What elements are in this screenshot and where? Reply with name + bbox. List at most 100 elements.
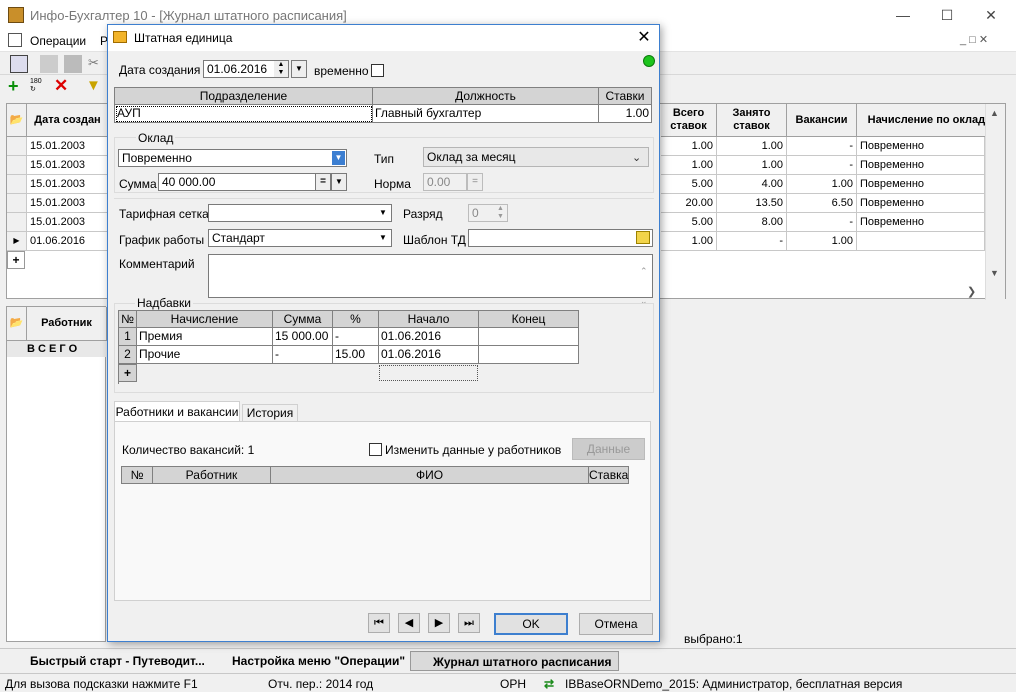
- grid-cell-vacancies[interactable]: -: [787, 137, 857, 156]
- bonus-cell-name[interactable]: Прочие: [137, 346, 273, 364]
- bonus-cell-pct[interactable]: 15.00: [333, 346, 379, 364]
- cut-icon[interactable]: ✂: [88, 55, 106, 73]
- first-record-icon[interactable]: ⏮: [368, 613, 390, 633]
- sum-input[interactable]: 40 000.00: [158, 173, 316, 191]
- row-selector[interactable]: [7, 156, 27, 175]
- grid-cell-date[interactable]: 15.01.2003: [27, 213, 109, 232]
- bonus-cell-start[interactable]: 01.06.2016: [379, 346, 479, 364]
- col-worker[interactable]: Работник: [27, 307, 107, 341]
- grid-cell-total[interactable]: 1.00: [661, 137, 717, 156]
- row-selector[interactable]: [7, 137, 27, 156]
- grid-cell-accrual[interactable]: Повременно: [857, 175, 985, 194]
- bonus-cell-end[interactable]: [479, 346, 579, 364]
- col-vacancies[interactable]: Вакансии: [787, 104, 857, 137]
- prev-record-icon[interactable]: ◀: [398, 613, 420, 633]
- salary-mode-dropdown-icon[interactable]: ▼: [332, 151, 345, 165]
- ok-button[interactable]: OK: [494, 613, 568, 635]
- col-date[interactable]: Дата создан: [27, 104, 109, 137]
- grid-settings-icon[interactable]: 📂: [7, 104, 27, 137]
- grid-cell-date[interactable]: 15.01.2003: [27, 175, 109, 194]
- filter-icon[interactable]: ▼: [86, 77, 104, 95]
- bonus-cell-pct[interactable]: -: [333, 328, 379, 346]
- last-record-icon[interactable]: ⏭: [458, 613, 480, 633]
- dialog-close-icon[interactable]: ✕: [632, 27, 656, 49]
- grid-cell-occupied[interactable]: -: [717, 232, 787, 251]
- norm-calculator-icon[interactable]: =: [467, 173, 483, 191]
- mdi-controls[interactable]: _ □ ✕: [960, 33, 988, 46]
- scroll-down-icon[interactable]: ▼: [990, 268, 999, 278]
- grid-cell-occupied[interactable]: 13.50: [717, 194, 787, 213]
- next-record-icon[interactable]: ▶: [428, 613, 450, 633]
- grid-cell-accrual[interactable]: [857, 232, 985, 251]
- hscroll-right-icon[interactable]: ❯: [967, 285, 976, 298]
- table-icon[interactable]: [10, 55, 28, 73]
- change-workers-checkbox[interactable]: [369, 443, 382, 456]
- cancel-button[interactable]: Отмена: [579, 613, 653, 635]
- grid-cell-vacancies[interactable]: 1.00: [787, 232, 857, 251]
- col-total[interactable]: Всего ставок: [661, 104, 717, 137]
- tab-workers-vacancies[interactable]: Работники и вакансии: [114, 401, 240, 422]
- bonus-cell-end[interactable]: [479, 328, 579, 346]
- grid-cell-total[interactable]: 5.00: [661, 175, 717, 194]
- paste-icon[interactable]: [64, 55, 82, 73]
- bonus-cell-sum[interactable]: -: [273, 346, 333, 364]
- grid-cell-occupied[interactable]: 1.00: [717, 137, 787, 156]
- salary-mode-select[interactable]: Повременно: [118, 149, 347, 167]
- grid-cell-vacancies[interactable]: 6.50: [787, 194, 857, 213]
- grid-add-row-button[interactable]: +: [7, 251, 25, 269]
- data-button[interactable]: Данные: [572, 438, 645, 460]
- temporary-checkbox[interactable]: [371, 64, 384, 77]
- position-cell[interactable]: Главный бухгалтер: [373, 105, 599, 123]
- grid-cell-date[interactable]: 15.01.2003: [27, 156, 109, 175]
- tab-menu-settings[interactable]: Настройка меню "Операции": [210, 651, 405, 671]
- date-spinner-icon[interactable]: ▲ ▼: [274, 61, 288, 77]
- tariff-select[interactable]: [208, 204, 392, 222]
- grid-cell-occupied[interactable]: 8.00: [717, 213, 787, 232]
- dept-cell[interactable]: АУП: [115, 105, 373, 123]
- add-icon[interactable]: +: [8, 77, 26, 95]
- bonus-cell-start[interactable]: 01.06.2016: [379, 328, 479, 346]
- tariff-dropdown-icon[interactable]: ▼: [375, 205, 391, 221]
- grid-cell-date[interactable]: 15.01.2003: [27, 194, 109, 213]
- bonus-add-row-button[interactable]: +: [119, 364, 137, 382]
- row-selector[interactable]: [7, 194, 27, 213]
- folder-open-icon[interactable]: [636, 231, 650, 244]
- grid-cell-total[interactable]: 5.00: [661, 213, 717, 232]
- grid-cell-vacancies[interactable]: -: [787, 156, 857, 175]
- grid-cell-total[interactable]: 1.00: [661, 232, 717, 251]
- grade-spinner-icon[interactable]: ▲ ▼: [494, 205, 507, 221]
- schedule-dropdown-icon[interactable]: ▼: [375, 230, 391, 246]
- minimize-icon[interactable]: —: [880, 4, 926, 26]
- tab-quickstart[interactable]: Быстрый старт - Путеводит...: [8, 651, 205, 671]
- grid-cell-vacancies[interactable]: 1.00: [787, 175, 857, 194]
- grid-cell-vacancies[interactable]: -: [787, 213, 857, 232]
- col-occupied[interactable]: Занято ставок: [717, 104, 787, 137]
- bonus-new-start-cell[interactable]: [379, 365, 478, 381]
- comment-textarea[interactable]: [208, 254, 653, 298]
- rotate-icon[interactable]: 180 ↻: [30, 78, 48, 96]
- grid-cell-accrual[interactable]: Повременно: [857, 137, 985, 156]
- norm-input[interactable]: 0.00: [423, 173, 467, 191]
- grid-cell-accrual[interactable]: Повременно: [857, 194, 985, 213]
- tab-staff-journal[interactable]: Журнал штатного расписания: [410, 651, 619, 671]
- grid-cell-occupied[interactable]: 1.00: [717, 156, 787, 175]
- type-dropdown-icon[interactable]: ⌄: [632, 151, 641, 164]
- grid-cell-date[interactable]: 15.01.2003: [27, 137, 109, 156]
- grid-cell-total[interactable]: 1.00: [661, 156, 717, 175]
- grid-cell-occupied[interactable]: 4.00: [717, 175, 787, 194]
- grid-cell-date[interactable]: 01.06.2016: [27, 232, 109, 251]
- row-selector[interactable]: [7, 175, 27, 194]
- row-selector[interactable]: [7, 213, 27, 232]
- calculator-icon[interactable]: =: [315, 173, 331, 191]
- close-icon[interactable]: ✕: [968, 4, 1014, 26]
- grid-vscroll[interactable]: ▲ ▼: [985, 104, 1005, 300]
- date-dropdown-icon[interactable]: ▼: [291, 60, 307, 78]
- sum-dropdown-icon[interactable]: ▼: [331, 173, 347, 191]
- maximize-icon[interactable]: ☐: [924, 4, 970, 26]
- delete-icon[interactable]: ✕: [54, 76, 72, 95]
- grid-cell-total[interactable]: 20.00: [661, 194, 717, 213]
- tab-history[interactable]: История: [242, 404, 298, 422]
- copy-icon[interactable]: [40, 55, 58, 73]
- row-selector[interactable]: ▶: [7, 232, 27, 251]
- schedule-select[interactable]: Стандарт: [208, 229, 392, 247]
